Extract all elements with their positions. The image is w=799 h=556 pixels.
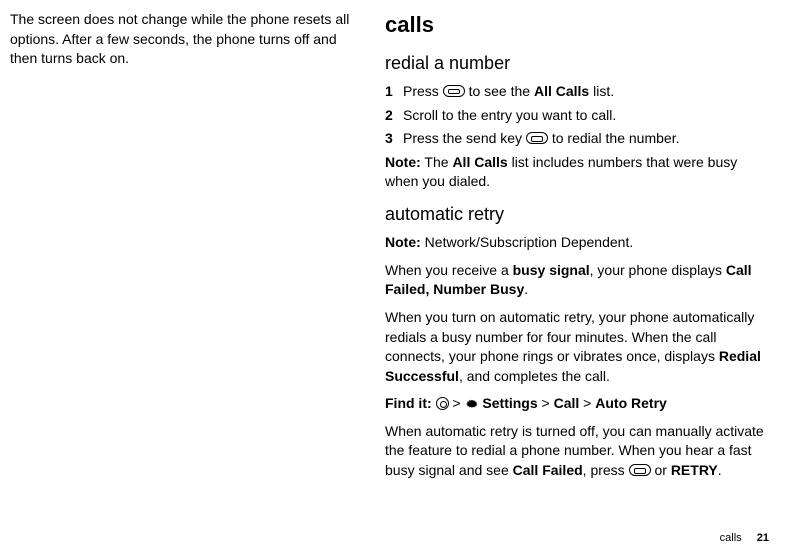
note-label: Note: <box>385 154 421 170</box>
text: or <box>651 462 671 478</box>
menu-path-item: Settings <box>482 395 537 411</box>
text: Press <box>403 83 443 99</box>
paragraph: When automatic retry is turned off, you … <box>385 422 769 481</box>
note-paragraph: Note: Network/Subscription Dependent. <box>385 233 769 253</box>
bold-text: RETRY <box>671 462 718 478</box>
text: . <box>718 462 722 478</box>
separator: > <box>579 395 595 411</box>
key-icon <box>629 464 651 476</box>
text: The <box>421 154 453 170</box>
step-number: 3 <box>385 129 403 149</box>
left-paragraph: The screen does not change while the pho… <box>10 10 355 69</box>
step-row: 3 Press the send key to redial the numbe… <box>385 129 769 149</box>
menu-path-item: Call <box>554 395 580 411</box>
bold-text: All Calls <box>534 83 589 99</box>
text: When you turn on automatic retry, your p… <box>385 309 754 364</box>
page-footer: calls 21 <box>720 531 769 546</box>
text: . <box>524 281 528 297</box>
center-key-icon <box>436 397 449 410</box>
separator: > <box>538 395 554 411</box>
paragraph: When you receive a busy signal, your pho… <box>385 261 769 300</box>
step-text: Press the send key to redial the number. <box>403 129 769 149</box>
text: , press <box>583 462 629 478</box>
bold-text: All Calls <box>452 154 507 170</box>
separator: > <box>449 395 465 411</box>
text: list. <box>589 83 614 99</box>
footer-section: calls <box>720 532 742 544</box>
text: Press the send key <box>403 130 526 146</box>
find-it-label: Find it: <box>385 395 436 411</box>
section-heading-calls: calls <box>385 10 769 41</box>
note-paragraph: Note: The All Calls list includes number… <box>385 153 769 192</box>
step-text: Press to see the All Calls list. <box>403 82 769 102</box>
text: When you receive a <box>385 262 513 278</box>
step-text: Scroll to the entry you want to call. <box>403 106 769 126</box>
text: Network/Subscription Dependent. <box>421 234 633 250</box>
subheading-automatic-retry: automatic retry <box>385 202 769 227</box>
key-icon <box>443 85 465 97</box>
text: , and completes the call. <box>459 368 610 384</box>
text: to see the <box>465 83 534 99</box>
find-it-paragraph: Find it: > Settings > Call > Auto Retry <box>385 394 769 414</box>
page-number: 21 <box>757 532 769 544</box>
step-row: 2 Scroll to the entry you want to call. <box>385 106 769 126</box>
key-icon <box>526 132 548 144</box>
text: , your phone displays <box>590 262 726 278</box>
subheading-redial: redial a number <box>385 51 769 76</box>
paragraph: When you turn on automatic retry, your p… <box>385 308 769 386</box>
step-number: 1 <box>385 82 403 102</box>
step-row: 1 Press to see the All Calls list. <box>385 82 769 102</box>
bold-text: Call Failed <box>513 462 583 478</box>
step-number: 2 <box>385 106 403 126</box>
bold-text: busy signal <box>513 262 590 278</box>
gear-icon <box>465 396 479 410</box>
text: to redial the number. <box>548 130 680 146</box>
note-label: Note: <box>385 234 421 250</box>
menu-path-item: Auto Retry <box>595 395 667 411</box>
